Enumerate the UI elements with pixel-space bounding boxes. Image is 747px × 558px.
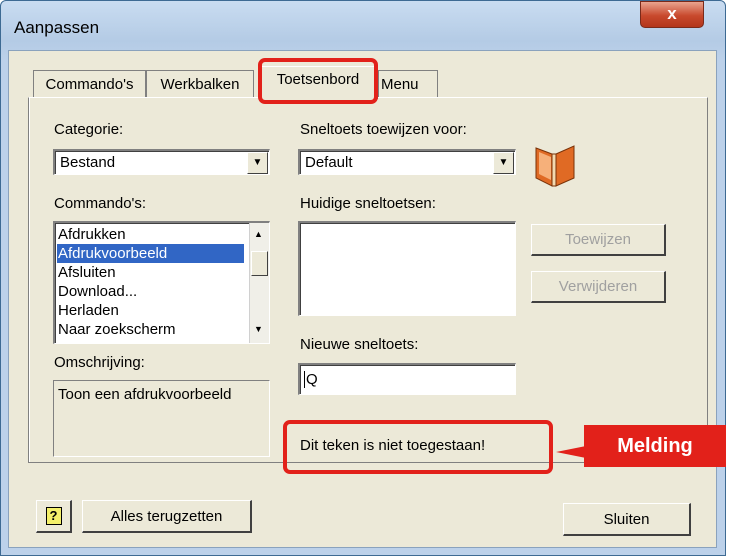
scrollbar[interactable]: ▲ ▼ [249,223,269,343]
book-icon [530,140,582,188]
chevron-down-icon[interactable]: ▼ [247,152,268,174]
current-shortcuts-listbox[interactable] [298,221,516,316]
commands-label: Commando's: [54,195,147,212]
close-button[interactable]: Sluiten [563,503,691,536]
tab-menu[interactable]: Menu [378,70,438,98]
category-value: Bestand [60,154,116,171]
shortcut-for-value: Default [305,154,353,171]
callout-melding: Melding [584,425,726,467]
tab-highlight-box [258,58,378,104]
remove-button[interactable]: Verwijderen [531,271,666,303]
help-button[interactable]: ? [36,500,72,533]
new-shortcut-value: Q [304,371,318,388]
help-icon: ? [45,507,62,525]
tab-commandos[interactable]: Commando's [33,70,146,98]
commands-listbox[interactable]: Afdrukken Afdrukvoorbeeld Afsluiten Down… [53,221,270,344]
callout-arrow [556,446,586,458]
current-shortcuts-label: Huidige sneltoetsen: [300,195,436,212]
chevron-up-icon[interactable]: ▲ [254,229,263,239]
shortcut-for-label: Sneltoets toewijzen voor: [300,121,467,138]
shortcut-for-combo[interactable]: Default ▼ [298,149,516,175]
chevron-down-icon[interactable]: ▼ [493,152,514,174]
list-item[interactable]: Herladen [57,301,244,320]
description-label: Omschrijving: [54,354,145,371]
description-text: Toon een afdrukvoorbeeld [58,386,232,403]
list-item[interactable]: Naar zoekscherm [57,320,244,339]
category-combo[interactable]: Bestand ▼ [53,149,270,175]
list-item[interactable]: Download... [57,282,244,301]
window-title: Aanpassen [14,18,100,37]
reset-all-button[interactable]: Alles terugzetten [82,500,252,533]
list-item-selected[interactable]: Afdrukvoorbeeld [57,244,244,263]
list-item[interactable]: Afdrukken [57,225,244,244]
list-item[interactable]: Afsluiten [57,263,244,282]
tab-werkbalken[interactable]: Werkbalken [146,70,254,98]
assign-button[interactable]: Toewijzen [531,224,666,256]
new-shortcut-label: Nieuwe sneltoets: [300,336,419,353]
category-label: Categorie: [54,121,124,138]
chevron-down-icon[interactable]: ▼ [254,324,263,334]
description-box: Toon een afdrukvoorbeeld [53,380,270,457]
scrollbar-thumb[interactable] [251,251,268,276]
message-text: Dit teken is niet toegestaan! [300,437,486,454]
new-shortcut-input[interactable]: Q [298,363,516,395]
close-window-button[interactable]: x [640,1,704,28]
